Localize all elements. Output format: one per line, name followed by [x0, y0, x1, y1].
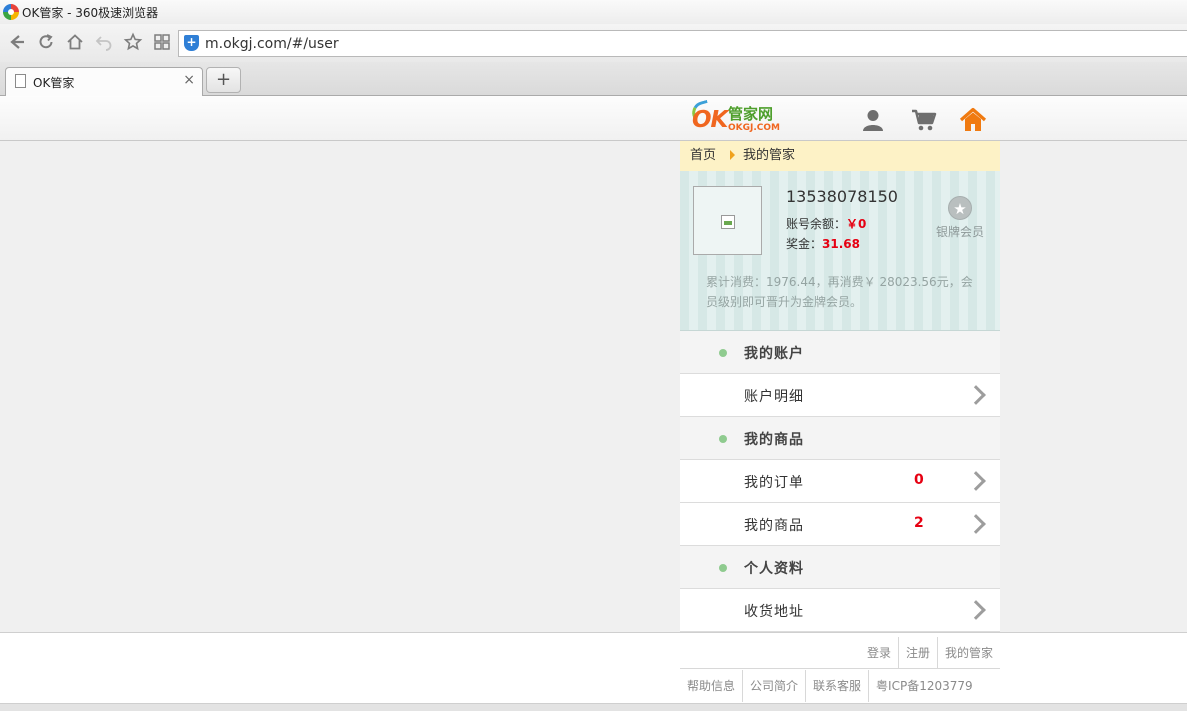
- tab-active[interactable]: OK管家 ×: [5, 67, 203, 97]
- menu-item-account-detail[interactable]: 账户明细: [680, 374, 1000, 417]
- footer-icp[interactable]: 粤ICP备1203779: [868, 670, 980, 702]
- section-my-account: 我的账户: [680, 331, 1000, 374]
- avatar[interactable]: [693, 186, 762, 255]
- url-input[interactable]: [205, 34, 1105, 54]
- footer-link-my-account[interactable]: 我的管家: [936, 637, 1000, 669]
- broken-image-icon: [721, 215, 735, 229]
- cart-icon[interactable]: [910, 107, 938, 133]
- star-icon: ★: [948, 196, 972, 220]
- user-icon[interactable]: [860, 107, 888, 133]
- section-dot-icon: [719, 349, 727, 357]
- breadcrumb: 首页 我的管家: [680, 141, 1000, 171]
- menu-item-label: 我的订单: [744, 475, 804, 491]
- apps-icon[interactable]: [151, 32, 173, 54]
- menu-item-label: 收货地址: [744, 604, 804, 620]
- site-logo[interactable]: OK 管家网 OKGJ.COM: [689, 99, 780, 137]
- breadcrumb-current: 我的管家: [743, 148, 796, 163]
- address-bar[interactable]: +: [178, 30, 1187, 57]
- home-icon[interactable]: [64, 32, 86, 54]
- section-dot-icon: [719, 564, 727, 572]
- profile-card: 13538078150 账号余额：￥0 奖金：31.68 ★ 银牌会员 累计消费…: [680, 171, 1000, 331]
- member-level: 银牌会员: [935, 225, 984, 239]
- site-home-icon[interactable]: [959, 107, 987, 133]
- goods-count: 2: [914, 515, 924, 531]
- chevron-right-icon: [966, 471, 986, 491]
- section-title: 我的账户: [744, 346, 804, 362]
- chevron-right-icon: [966, 514, 986, 534]
- footer-links-top: 登录 注册 我的管家: [680, 637, 1000, 669]
- logo-domain-text: OKGJ.COM: [728, 123, 780, 133]
- tab-close-icon[interactable]: ×: [183, 72, 195, 88]
- footer-link-contact[interactable]: 联系客服: [805, 670, 868, 702]
- orders-count: 0: [914, 472, 924, 488]
- section-dot-icon: [719, 435, 727, 443]
- logo-cn-text: 管家网: [728, 105, 774, 123]
- section-personal-info: 个人资料: [680, 546, 1000, 589]
- upgrade-note: 累计消费：1976.44，再消费￥ 28023.56元，会员级别即可晋升为金牌会…: [706, 275, 973, 309]
- new-tab-button[interactable]: +: [206, 67, 241, 93]
- menu-item-label: 我的商品: [744, 518, 804, 534]
- footer-links-bottom: 帮助信息 公司简介 联系客服 粤ICP备1203779: [680, 670, 1000, 703]
- footer-link-login[interactable]: 登录: [860, 637, 898, 669]
- page-icon: [15, 74, 26, 88]
- section-title: 我的商品: [744, 432, 804, 448]
- logo-ok-text: OK: [692, 107, 728, 133]
- breadcrumb-arrow-icon: [730, 150, 736, 160]
- member-badge: ★ 银牌会员: [930, 196, 990, 240]
- footer-link-help[interactable]: 帮助信息: [680, 670, 742, 702]
- favorite-icon[interactable]: [122, 32, 144, 54]
- menu-item-shipping-address[interactable]: 收货地址: [680, 589, 1000, 632]
- site-footer: 登录 注册 我的管家 帮助信息 公司简介 联系客服 粤ICP备1203779: [0, 632, 1187, 703]
- refresh-icon[interactable]: [35, 32, 57, 54]
- breadcrumb-home[interactable]: 首页: [690, 148, 716, 163]
- tab-title: OK管家: [33, 76, 75, 90]
- footer-link-register[interactable]: 注册: [897, 637, 937, 669]
- security-shield-icon: +: [184, 35, 199, 51]
- menu-item-my-orders[interactable]: 我的订单 0: [680, 460, 1000, 503]
- chevron-right-icon: [966, 385, 986, 405]
- balance-line: 账号余额：￥0: [786, 215, 866, 232]
- browser-toolbar: +: [0, 24, 1187, 62]
- chevron-right-icon: [966, 600, 986, 620]
- menu-item-my-goods[interactable]: 我的商品 2: [680, 503, 1000, 546]
- bonus-line: 奖金：31.68: [786, 235, 860, 252]
- window-title: OK管家 - 360极速浏览器: [22, 6, 159, 20]
- bonus-value: 31.68: [822, 237, 860, 251]
- menu-item-label: 账户明细: [744, 389, 804, 405]
- bonus-label: 奖金：: [786, 237, 823, 251]
- user-phone: 13538078150: [786, 187, 898, 206]
- section-title: 个人资料: [744, 561, 804, 577]
- status-bar: [0, 703, 1187, 711]
- window-titlebar: OK管家 - 360极速浏览器: [0, 0, 1187, 24]
- browser-logo-icon: [3, 4, 19, 20]
- user-center-panel: 首页 我的管家 13538078150 账号余额：￥0 奖金：31.68 ★ 银牌…: [680, 141, 1000, 632]
- section-my-goods: 我的商品: [680, 417, 1000, 460]
- back-icon[interactable]: [6, 32, 28, 54]
- undo-icon[interactable]: [93, 32, 115, 54]
- balance-label: 账号余额：: [786, 217, 847, 231]
- site-header: OK 管家网 OKGJ.COM: [0, 96, 1187, 141]
- footer-link-about[interactable]: 公司简介: [742, 670, 805, 702]
- balance-value: ￥0: [846, 217, 867, 231]
- tab-bar: OK管家 × +: [0, 62, 1187, 97]
